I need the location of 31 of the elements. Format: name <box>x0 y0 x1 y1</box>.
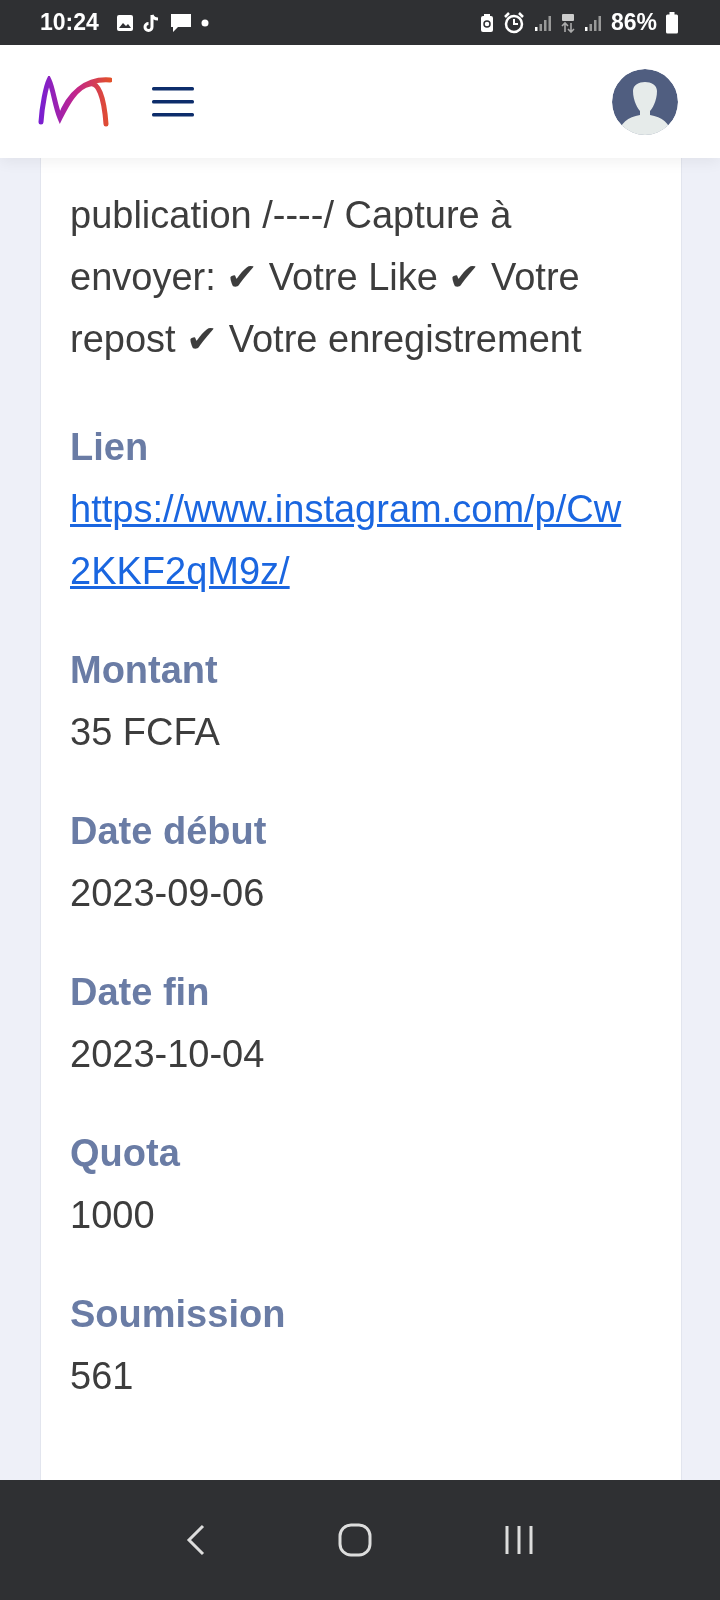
signal-icon <box>533 13 552 32</box>
description-text: publication /----/ Capture à envoyer: ✔ Votre Like ✔ Votre repost ✔ Votre enregistrement <box>70 193 583 362</box>
menu-icon[interactable] <box>152 85 194 118</box>
link[interactable]: https://www.instagram.com/p/Cw2KKF2qM9z/ <box>70 478 641 602</box>
signal-icon <box>583 13 602 32</box>
note-icon <box>142 12 161 33</box>
field-label: Montant <box>70 648 219 693</box>
field-value: 35 FCFA <box>70 710 221 755</box>
avatar-icon[interactable] <box>612 68 678 135</box>
battery-saver-icon <box>479 12 494 33</box>
field-value: 2023-09-06 <box>70 871 266 916</box>
recent-apps-icon[interactable] <box>504 1525 534 1555</box>
battery-level: 86% <box>610 9 657 36</box>
field-label: Soumission <box>70 1292 287 1337</box>
field-value: 2023-10-04 <box>70 1032 266 1077</box>
field-label: Date début <box>70 809 268 854</box>
home-icon[interactable] <box>338 1523 372 1557</box>
gallery-icon <box>115 13 134 32</box>
data-transfer-icon <box>560 12 575 33</box>
status-time: 10:24 <box>40 9 99 36</box>
field-label: Date fin <box>70 970 211 1015</box>
dot-icon <box>200 18 209 27</box>
field-label: Lien <box>70 425 150 470</box>
field-value: 561 <box>70 1354 135 1399</box>
chat-icon <box>169 12 192 33</box>
field-label: Quota <box>70 1131 181 1176</box>
battery-icon <box>666 11 678 34</box>
logo-icon <box>38 75 112 128</box>
field-value: 1000 <box>70 1193 156 1238</box>
alarm-icon <box>502 11 525 34</box>
back-icon[interactable] <box>186 1524 206 1556</box>
